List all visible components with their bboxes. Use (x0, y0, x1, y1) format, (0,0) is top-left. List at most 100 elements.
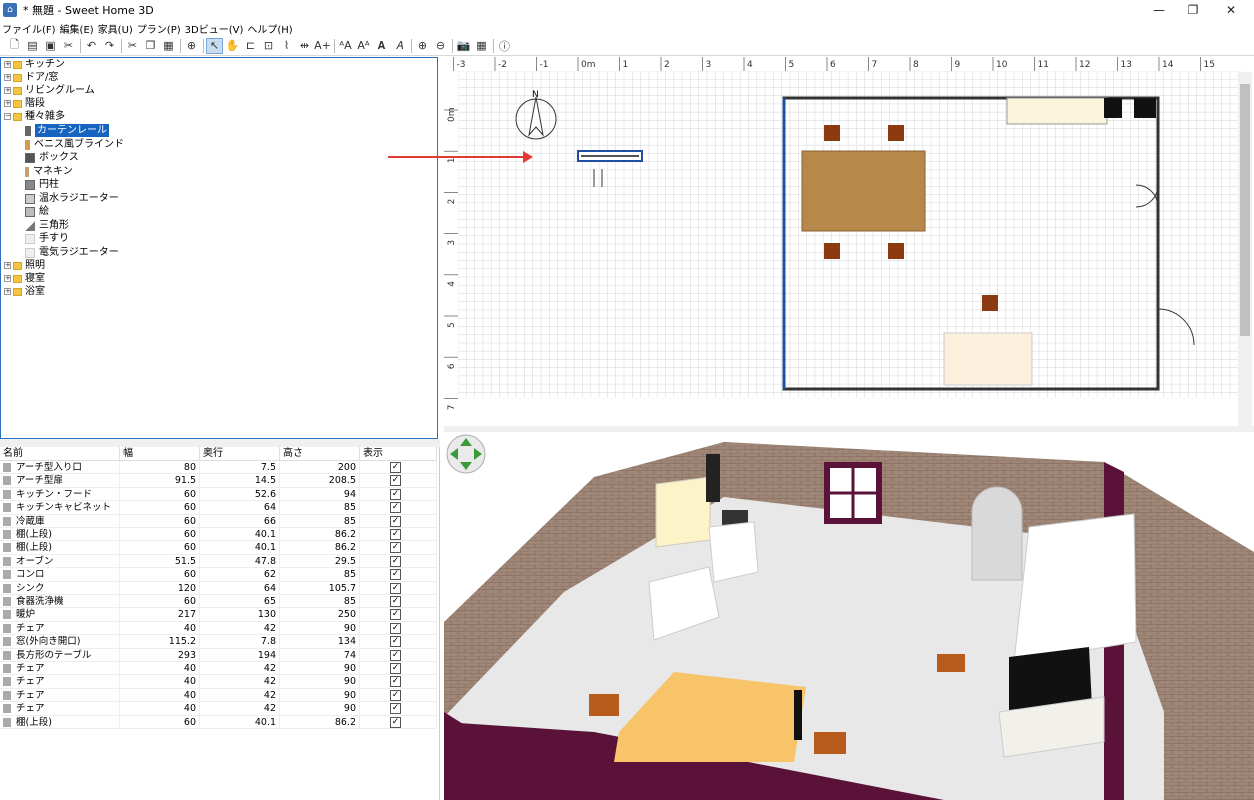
tree-folder-kitchen[interactable]: + キッチン (4, 58, 65, 71)
table-row[interactable]: 窓(外向き開口) 115.2 7.8 134 ✓ (0, 635, 437, 649)
tree-item-venetian-blind[interactable]: ベニス風ブラインド (25, 138, 124, 151)
visible-checkbox[interactable]: ✓ (390, 488, 401, 500)
table-row[interactable]: 暖炉 217 130 250 ✓ (0, 608, 437, 622)
tree-item-electric-radiator[interactable]: 電気ラジエーター (25, 246, 119, 259)
expand-icon[interactable]: + (4, 100, 11, 107)
vertical-splitter[interactable] (0, 439, 440, 447)
expand-icon[interactable]: + (4, 275, 11, 282)
stove[interactable] (1134, 98, 1156, 118)
zoom-in-icon[interactable]: ⊕ (414, 38, 431, 54)
table-row[interactable]: コンロ 60 62 85 ✓ (0, 568, 437, 582)
chair[interactable] (824, 125, 840, 141)
create-rooms-icon[interactable]: ⊡ (260, 38, 277, 54)
tree-item-cylinder[interactable]: 円柱 (25, 178, 59, 191)
preferences-icon[interactable]: ✂ (60, 38, 77, 54)
close-button[interactable]: ✕ (1208, 0, 1254, 20)
table-row[interactable]: 棚(上段) 60 40.1 86.2 ✓ (0, 528, 437, 542)
expand-icon[interactable]: + (4, 74, 11, 81)
plan-view[interactable]: -3 -2 -1 0m 1 2 3 4 5 6 7 8 9 10 11 12 13 14 15 0m 1 2 3 4 5 6 7 N (444, 57, 1254, 426)
3d-view[interactable] (444, 432, 1254, 800)
column-header-name[interactable]: 名前 (0, 447, 120, 461)
fireplace[interactable] (943, 332, 1033, 386)
chair[interactable] (888, 125, 904, 141)
table-row[interactable]: チェア 40 42 90 ✓ (0, 675, 437, 689)
bold-text-icon[interactable]: 𝐀 (373, 38, 390, 54)
visible-checkbox[interactable]: ✓ (390, 703, 401, 715)
column-header-width[interactable]: 幅 (120, 447, 200, 461)
table-row[interactable]: アーチ型入り口 80 7.5 200 ✓ (0, 461, 437, 475)
zoom-out-icon[interactable]: ⊖ (432, 38, 449, 54)
tree-folder-stairs[interactable]: + 階段 (4, 97, 45, 110)
cut-icon[interactable]: ✂ (124, 38, 141, 54)
tree-folder-doors-windows[interactable]: + ドア/窓 (4, 71, 58, 84)
table-row[interactable]: シンク 120 64 105.7 ✓ (0, 581, 437, 595)
table-row[interactable]: オーブン 51.5 47.8 29.5 ✓ (0, 554, 437, 569)
pan-mode-icon[interactable]: ✋ (224, 38, 241, 54)
furniture-catalog-tree[interactable]: + キッチン + ドア/窓 + リビングルーム + 階段 − 種々雑多 カーテンレール ベ… (0, 57, 438, 439)
3d-canvas[interactable] (444, 432, 1254, 800)
increase-text-icon[interactable]: ᴬA (337, 38, 354, 54)
new-home-icon[interactable]: 🗋 (6, 38, 23, 54)
kitchen-cabinets[interactable] (1006, 97, 1108, 125)
column-header-visible[interactable]: 表示 (360, 447, 437, 461)
tree-item-curtain-rail[interactable]: カーテンレール (25, 124, 109, 137)
visible-checkbox[interactable]: ✓ (390, 596, 401, 607)
plan-scroll-thumb[interactable] (1240, 84, 1250, 336)
collapse-icon[interactable]: − (4, 113, 11, 120)
chair[interactable] (824, 243, 840, 259)
tree-folder-lighting[interactable]: + 照明 (4, 259, 45, 272)
visible-checkbox[interactable]: ✓ (390, 622, 401, 634)
save-icon[interactable]: ▣ (42, 38, 59, 54)
tree-item-triangle[interactable]: 三角形 (25, 219, 69, 232)
visible-checkbox[interactable]: ✓ (390, 462, 401, 473)
table-row[interactable]: キッチンキャビネット 60 64 85 ✓ (0, 501, 437, 515)
photo-icon[interactable]: 📷 (455, 38, 472, 54)
create-polylines-icon[interactable]: ⌇ (278, 38, 295, 54)
table-row[interactable]: チェア 40 42 90 ✓ (0, 702, 437, 716)
expand-icon[interactable]: + (4, 288, 11, 295)
tree-folder-bedroom[interactable]: + 寝室 (4, 272, 45, 285)
visible-checkbox[interactable]: ✓ (390, 663, 401, 674)
visible-checkbox[interactable]: ✓ (390, 676, 401, 688)
tree-folder-misc[interactable]: − 種々雑多 (4, 110, 65, 123)
expand-icon[interactable]: + (4, 61, 11, 68)
tree-item-box[interactable]: ボックス (25, 151, 79, 164)
column-header-height[interactable]: 高さ (280, 447, 360, 461)
dining-table[interactable] (801, 150, 926, 232)
tree-folder-living-room[interactable]: + リビングルーム (4, 84, 95, 97)
menu-furniture[interactable]: 家具(U) (98, 21, 133, 36)
furniture-table[interactable]: 名前 幅 奥行 高さ 表示 アーチ型入り口 80 7.5 200 ✓ アーチ型扉 91.5 1… (0, 447, 440, 800)
table-row[interactable]: 棚(上段) 60 40.1 86.2 ✓ (0, 541, 437, 555)
visible-checkbox[interactable]: ✓ (390, 555, 401, 567)
menu-edit[interactable]: 編集(E) (60, 21, 94, 36)
tree-folder-bathroom[interactable]: + 浴室 (4, 285, 45, 298)
tree-item-picture[interactable]: 絵 (25, 205, 49, 218)
menu-plan[interactable]: プラン(P) (137, 21, 181, 36)
table-row[interactable]: 棚(上段) 60 40.1 86.2 ✓ (0, 715, 437, 729)
copy-icon[interactable]: ❐ (142, 38, 159, 54)
visible-checkbox[interactable]: ✓ (390, 716, 401, 728)
table-row[interactable]: チェア 40 42 90 ✓ (0, 621, 437, 636)
visible-checkbox[interactable]: ✓ (390, 689, 401, 701)
oven[interactable] (1104, 98, 1122, 118)
table-row[interactable]: 食器洗浄機 60 65 85 ✓ (0, 595, 437, 609)
paste-icon[interactable]: ▦ (160, 38, 177, 54)
table-row[interactable]: 長方形のテーブル 293 194 74 ✓ (0, 648, 437, 662)
plan-canvas[interactable]: -3 -2 -1 0m 1 2 3 4 5 6 7 8 9 10 11 12 13 14 150m1234567N (444, 57, 1254, 426)
expand-icon[interactable]: + (4, 87, 11, 94)
visible-checkbox[interactable]: ✓ (390, 636, 401, 648)
create-dimensions-icon[interactable]: ⇹ (296, 38, 313, 54)
open-icon[interactable]: ▤ (24, 38, 41, 54)
add-furniture-icon[interactable]: ⊕ (183, 38, 200, 54)
menu-file[interactable]: ファイル(F) (2, 21, 56, 36)
visible-checkbox[interactable]: ✓ (390, 515, 401, 527)
decrease-text-icon[interactable]: Aᴬ (355, 38, 372, 54)
visible-checkbox[interactable]: ✓ (390, 649, 401, 661)
tree-item-mannequin[interactable]: マネキン (25, 165, 73, 178)
redo-icon[interactable]: ↷ (101, 38, 118, 54)
table-row[interactable]: キッチン・フード 60 52.6 94 ✓ (0, 487, 437, 502)
table-row[interactable]: アーチ型扉 91.5 14.5 208.5 ✓ (0, 474, 437, 488)
chair[interactable] (982, 295, 998, 311)
visible-checkbox[interactable]: ✓ (390, 529, 401, 540)
visible-checkbox[interactable]: ✓ (390, 569, 401, 581)
